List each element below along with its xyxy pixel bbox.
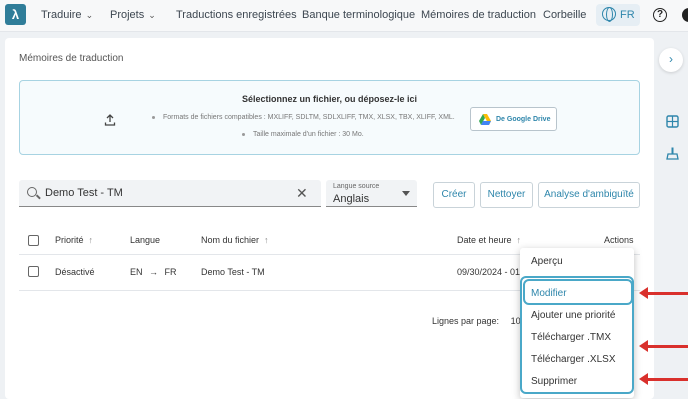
- menu-item-telecharger-tmx[interactable]: Télécharger .TMX: [531, 332, 611, 343]
- nav-item-traduire[interactable]: Traduire ⌄: [41, 9, 93, 21]
- nav-item-label: Projets: [110, 9, 145, 21]
- nav-item-banque-terminologique[interactable]: Banque terminologique: [302, 9, 415, 21]
- upload-icon: [104, 114, 116, 126]
- column-label: Nom du fichier: [201, 235, 260, 245]
- google-drive-icon: [479, 114, 491, 125]
- select-value: Anglais: [333, 193, 370, 205]
- grid-icon[interactable]: [666, 115, 679, 128]
- google-drive-button[interactable]: De Google Drive: [470, 107, 557, 131]
- language-switcher[interactable]: FR: [596, 4, 640, 26]
- nav-item-label: Traduire: [41, 9, 82, 21]
- search-input[interactable]: [45, 185, 285, 201]
- ambiguity-analysis-button[interactable]: Analyse d'ambiguïté: [538, 182, 640, 208]
- annotation-arrow: [639, 287, 688, 299]
- chevron-down-icon: ⌄: [85, 10, 94, 20]
- globe-icon: [602, 7, 616, 22]
- bullet: [152, 115, 155, 119]
- column-priority[interactable]: Priorité ↑: [55, 235, 93, 245]
- app-logo[interactable]: λ: [5, 4, 26, 25]
- caret-down-icon: [402, 191, 410, 196]
- supported-formats-text: Formats de fichiers compatibles : MXLIFF…: [163, 114, 455, 121]
- sort-arrow-icon: ↑: [264, 235, 269, 245]
- row-filename: Demo Test - TM: [201, 267, 265, 277]
- column-label: Date et heure: [457, 235, 512, 245]
- dropzone-title: Sélectionnez un fichier, ou déposez-le i…: [241, 94, 418, 104]
- page-title: Mémoires de traduction: [19, 53, 124, 64]
- column-label: Priorité: [55, 235, 84, 245]
- user-icon[interactable]: [682, 8, 688, 22]
- select-label: Langue source: [333, 183, 380, 190]
- supported-formats: Formats de fichiers compatibles : MXLIFF…: [152, 114, 455, 121]
- column-datetime[interactable]: Date et heure ↑: [457, 235, 521, 245]
- close-icon[interactable]: ✕: [296, 185, 308, 202]
- menu-item-supprimer[interactable]: Supprimer: [531, 376, 577, 387]
- select-all-checkbox[interactable]: [28, 235, 39, 246]
- sort-arrow-icon: ↑: [516, 235, 522, 245]
- nav-item-traductions-enregistrees[interactable]: Traductions enregistrées: [176, 9, 297, 21]
- max-file-size-text: Taille maximale d'un fichier : 30 Mo.: [253, 131, 364, 138]
- menu-item-ajouter-priorite[interactable]: Ajouter une priorité: [531, 310, 616, 321]
- nav-item-memoires-de-traduction[interactable]: Mémoires de traduction: [421, 9, 536, 21]
- brush-icon[interactable]: [666, 147, 679, 160]
- target-language: FR: [164, 267, 177, 277]
- row-priority: Désactivé: [55, 267, 95, 277]
- search-field[interactable]: ✕: [19, 180, 321, 207]
- create-button[interactable]: Créer: [433, 182, 475, 208]
- sort-arrow-icon: ↑: [88, 235, 94, 245]
- menu-item-telecharger-xlsx[interactable]: Télécharger .XLSX: [531, 354, 616, 365]
- chevron-right-icon[interactable]: ›: [659, 48, 683, 72]
- nav-item-projets[interactable]: Projets ⌄: [110, 9, 156, 21]
- clean-button[interactable]: Nettoyer: [480, 182, 533, 208]
- source-language-select[interactable]: Langue source Anglais: [326, 180, 417, 207]
- file-dropzone[interactable]: Sélectionnez un fichier, ou déposez-le i…: [19, 80, 640, 155]
- help-icon[interactable]: ?: [653, 8, 667, 22]
- nav-item-corbeille[interactable]: Corbeille: [543, 9, 586, 21]
- source-language: EN: [130, 267, 143, 277]
- row-language: EN → FR: [130, 267, 177, 277]
- row-checkbox[interactable]: [28, 266, 39, 277]
- actions-menu: Aperçu Modifier Ajouter une priorité Tél…: [520, 248, 634, 398]
- menu-item-apercu[interactable]: Aperçu: [531, 256, 563, 267]
- highlight-box: [523, 279, 633, 305]
- column-filename[interactable]: Nom du fichier ↑: [201, 235, 269, 245]
- max-file-size: Taille maximale d'un fichier : 30 Mo.: [242, 131, 364, 138]
- rows-per-page-label: Lignes par page:: [432, 316, 500, 326]
- annotation-arrow: [639, 373, 688, 385]
- annotation-arrow: [639, 340, 688, 352]
- column-actions: Actions: [604, 235, 634, 245]
- column-language: Langue: [130, 235, 161, 245]
- top-navigation: λ Traduire ⌄ Projets ⌄ Traductions enregis…: [0, 0, 688, 32]
- pagination: Lignes par page: 10: [432, 316, 521, 326]
- arrow-right-icon: →: [149, 267, 159, 277]
- search-icon: [27, 187, 37, 197]
- chevron-down-icon: ⌄: [148, 10, 156, 20]
- google-drive-label: De Google Drive: [496, 116, 551, 123]
- bullet: [242, 132, 245, 136]
- language-code: FR: [620, 9, 635, 21]
- row-datetime: 09/30/2024 - 01:: [457, 267, 523, 277]
